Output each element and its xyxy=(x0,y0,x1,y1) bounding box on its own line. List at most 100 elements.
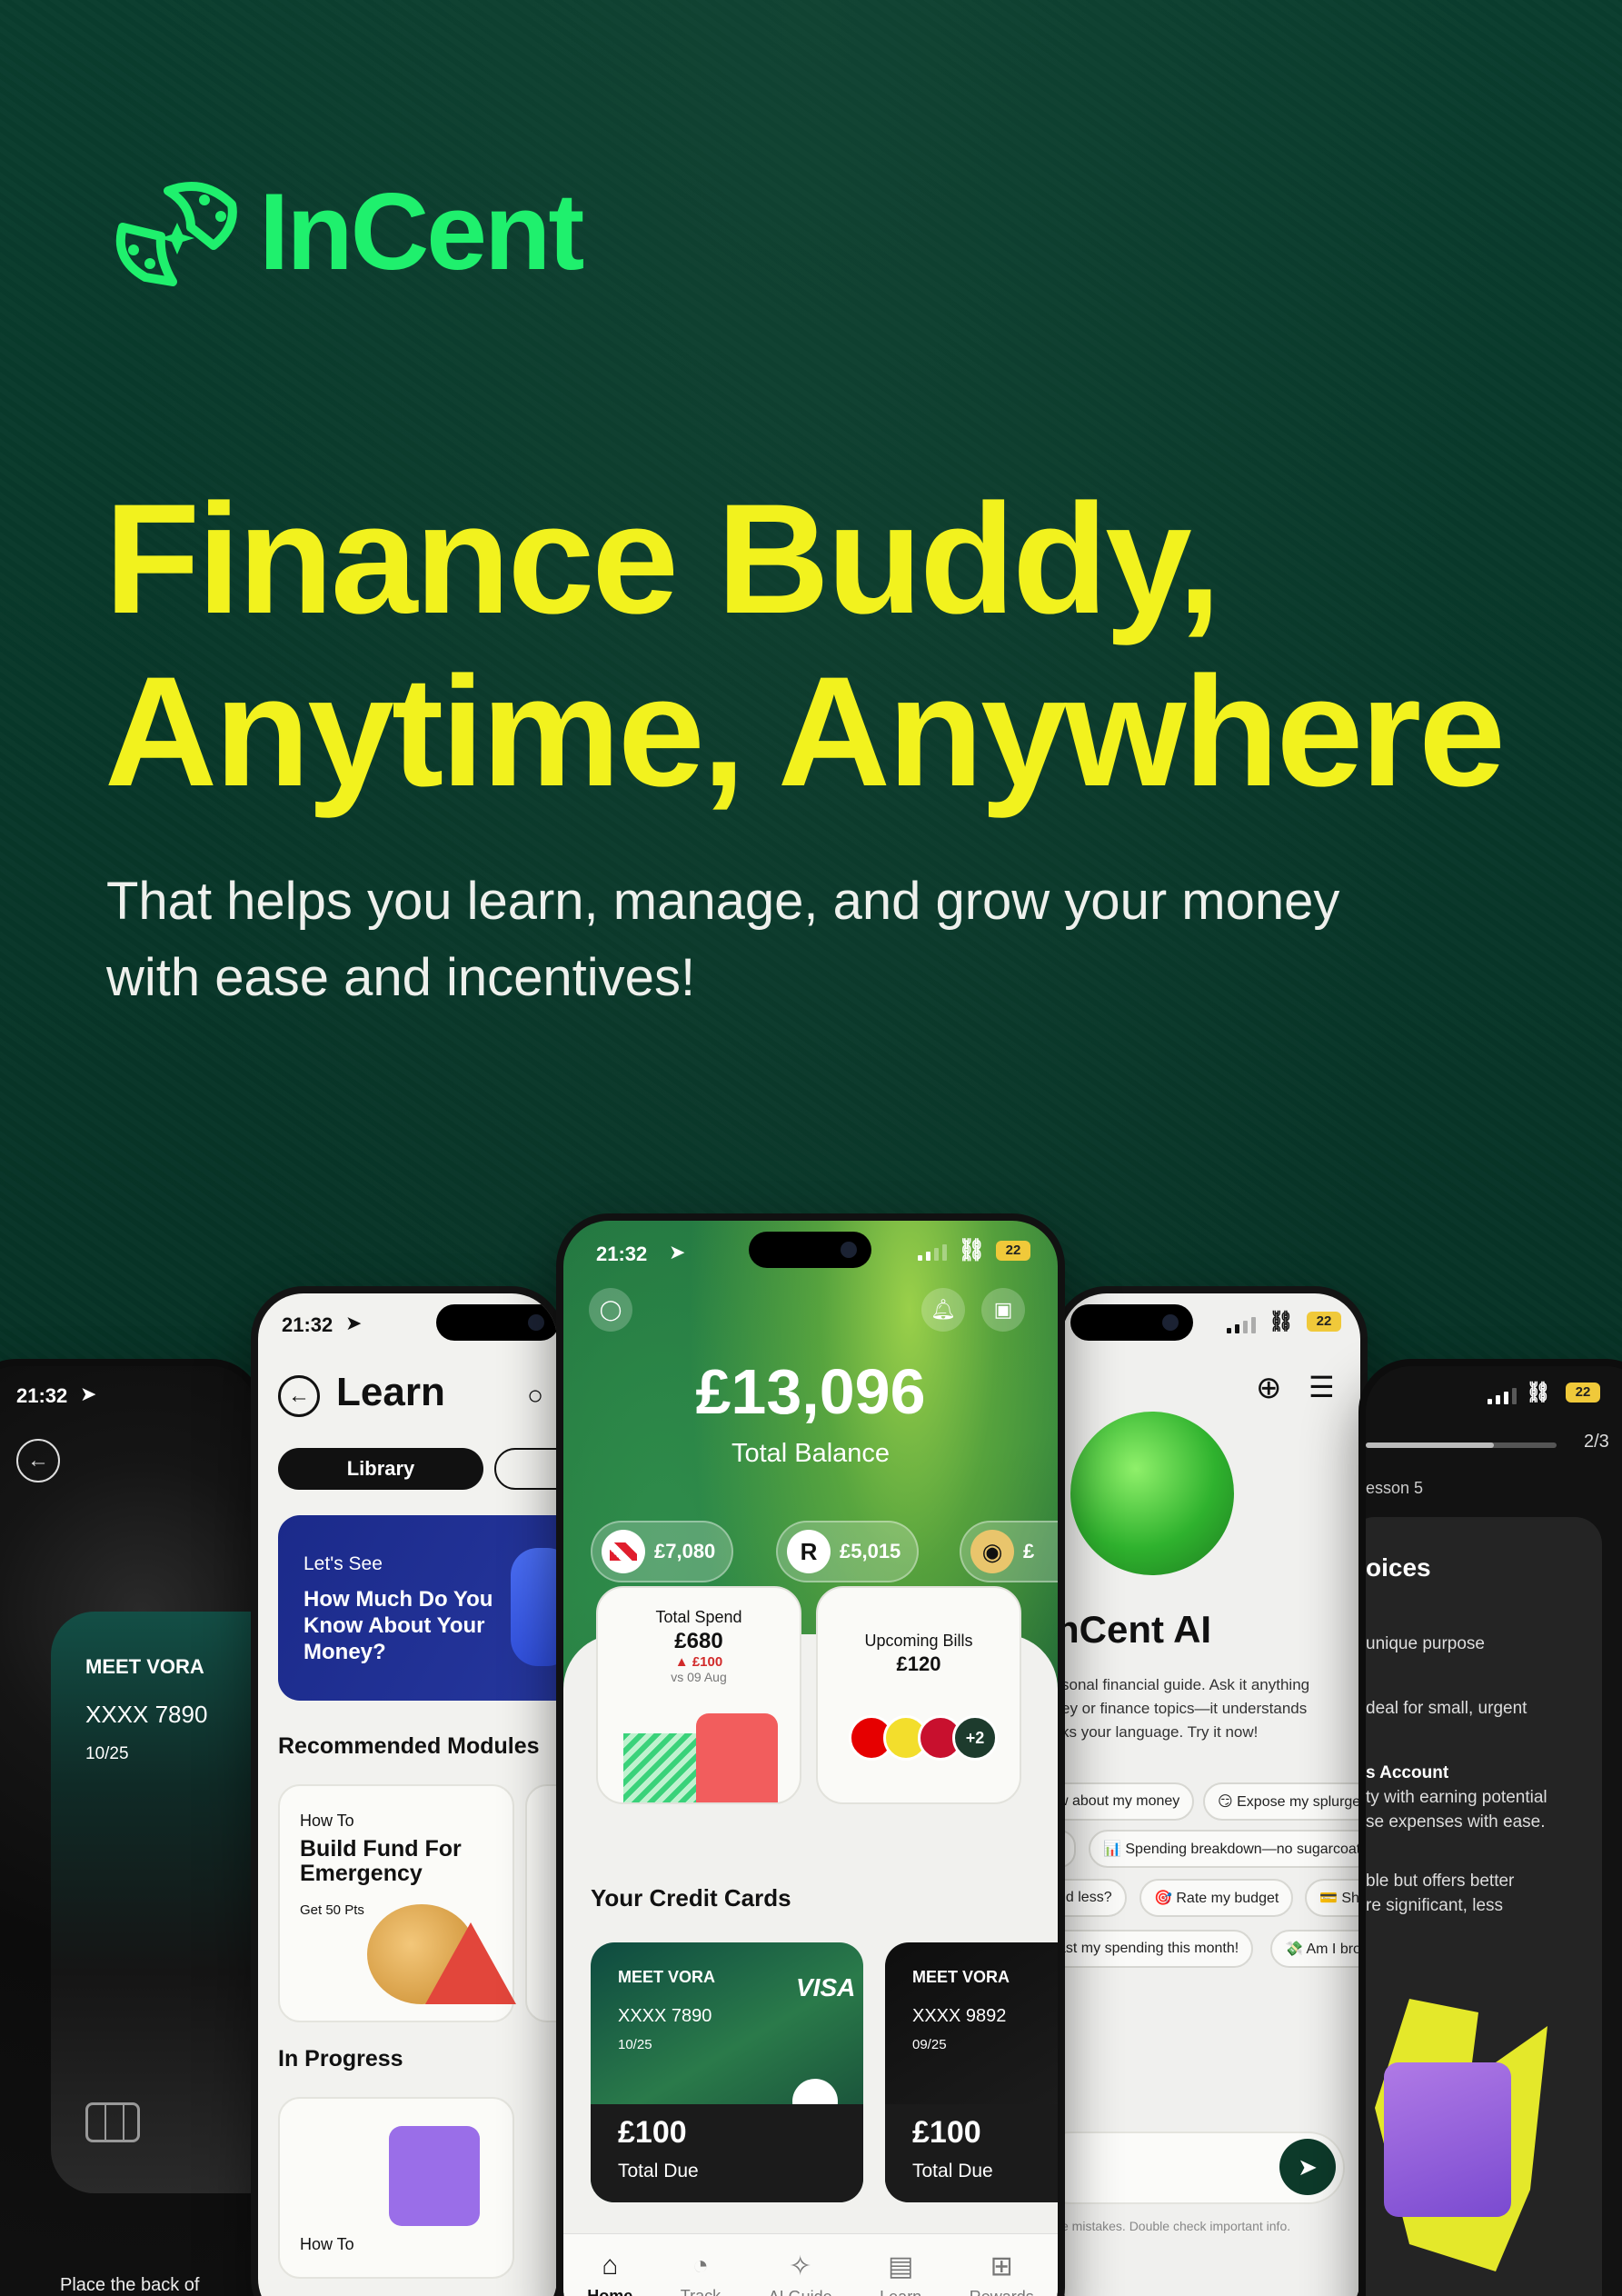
credit-card-2[interactable]: MEET VORA XXXX 9892 09/25 £100 Total Due xyxy=(885,1942,1058,2202)
lesson-line: ty with earning potential xyxy=(1366,1788,1547,1807)
prompt-chip[interactable]: 😏 Expose my splurge xyxy=(1203,1782,1360,1821)
phone-screen: 21:32 ➤ ← MEET VORA XXXX 7890 10/25 Plac… xyxy=(0,1366,256,2296)
prompt-chip[interactable]: ast my spending this month! xyxy=(1061,1930,1254,1968)
prompt-chip[interactable]: 💸 Am I brok xyxy=(1270,1930,1360,1968)
hero-subhead: That helps you learn, manage, and grow y… xyxy=(106,863,1469,1016)
lesson-line: deal for small, urgent xyxy=(1366,1699,1527,1718)
card-due-section: £100 Total Due xyxy=(885,2104,1058,2202)
progress-card[interactable]: How To xyxy=(278,2097,514,2279)
send-button[interactable]: ➤ xyxy=(1279,2139,1336,2195)
nav-track[interactable]: ◔ Track xyxy=(681,2251,721,2296)
phone-lesson: ⛓ 22 2/3 esson 5 oices unique purpose de… xyxy=(1358,1359,1622,2296)
dynamic-island xyxy=(1070,1304,1193,1341)
new-chat-icon[interactable]: ⊕ xyxy=(1256,1370,1282,1406)
spend-change: ▲ £100 xyxy=(674,1654,723,1670)
card-expiry: 10/25 xyxy=(618,2037,652,2052)
quiz-banner[interactable]: Let's See How Much Do You Know About You… xyxy=(278,1515,557,1701)
phone-ai-guide: ⛓ 22 ⊕ ☰ nCent AI sonal financial guide.… xyxy=(1054,1286,1368,2296)
tab-secondary[interactable] xyxy=(494,1448,557,1490)
nav-label: Home xyxy=(587,2287,633,2296)
page-title: Learn xyxy=(336,1370,445,1414)
account-chip-third[interactable]: ◉ £ xyxy=(960,1521,1058,1582)
card-name: MEET VORA xyxy=(85,1655,204,1678)
module-title: Build Fund For Emergency xyxy=(300,1836,462,1886)
battery-indicator: 22 xyxy=(1307,1312,1341,1332)
book-icon: ▤ xyxy=(888,2251,914,2281)
module-card[interactable]: How To Build Fund For Emergency Get 50 P… xyxy=(278,1784,516,2022)
bottom-nav: ⌂ Home ◔ Track ✧ AI Guide ▤ Learn ⊞ Rewards xyxy=(563,2233,1058,2296)
location-arrow-icon: ➤ xyxy=(80,1383,97,1405)
scan-instruction: Place the back of xyxy=(60,2275,200,2295)
lesson-line: ble but offers better xyxy=(1366,1872,1515,1891)
lesson-line: re significant, less xyxy=(1366,1896,1504,1915)
lesson-line: unique purpose xyxy=(1366,1634,1485,1653)
spend-bar-previous xyxy=(623,1733,696,1802)
arrow-left-icon: ← xyxy=(288,1383,310,1408)
nav-rewards[interactable]: ⊞ Rewards xyxy=(970,2251,1034,2296)
prompt-chip[interactable]: 🎯 Rate my budget xyxy=(1139,1879,1294,1917)
credit-card-1[interactable]: MEET VORA VISA XXXX 7890 10/25 £100 Tota… xyxy=(591,1942,863,2202)
battery-indicator: 22 xyxy=(1566,1383,1600,1403)
ai-intro: sonal financial guide. Ask it anything e… xyxy=(1061,1673,1309,1744)
menu-list-icon[interactable]: ☰ xyxy=(1309,1370,1335,1404)
chip-icon xyxy=(85,2102,140,2142)
total-spend-tile[interactable]: Total Spend £680 ▲ £100 vs 09 Aug xyxy=(596,1586,801,1804)
account-balance: £7,080 xyxy=(654,1540,716,1562)
upcoming-bills-label: Upcoming Bills xyxy=(864,1632,973,1650)
nav-ai-guide[interactable]: ✧ AI Guide xyxy=(769,2251,832,2296)
search-icon[interactable]: ○ xyxy=(527,1381,543,1412)
account-chip-hsbc[interactable]: £7,080 xyxy=(591,1521,734,1582)
link-icon: ⛓ xyxy=(1269,1310,1294,1333)
credit-cards-title: Your Credit Cards xyxy=(591,1884,791,1912)
arrow-left-icon: ← xyxy=(27,1448,49,1472)
tab-library[interactable]: Library xyxy=(278,1448,483,1490)
total-spend-label: Total Spend xyxy=(655,1608,742,1626)
module-points: Get 50 Pts xyxy=(300,1902,364,1918)
phone-learn: 21:32 ➤ ← Learn ○ Library Let's See How … xyxy=(251,1286,564,2296)
hsbc-logo-icon xyxy=(602,1530,645,1573)
send-icon: ➤ xyxy=(1298,2152,1318,2181)
upcoming-bills-tile[interactable]: Upcoming Bills £120 +2 xyxy=(816,1586,1021,1804)
nav-home[interactable]: ⌂ Home xyxy=(587,2251,632,2296)
headline-line-1: Finance Buddy, xyxy=(104,472,1221,646)
back-button[interactable]: ← xyxy=(16,1439,60,1482)
prompt-chip[interactable]: 📊 Spending breakdown—no sugarcoat xyxy=(1089,1830,1360,1868)
nav-label: Learn xyxy=(880,2288,921,2296)
dynamic-island xyxy=(749,1232,871,1268)
prompt-chip[interactable]: w about my money xyxy=(1061,1782,1195,1821)
warning-icon xyxy=(425,1922,516,2004)
lesson-panel: oices unique purpose deal for small, urg… xyxy=(1366,1517,1602,2296)
phone-screen: ⛓ 22 2/3 esson 5 oices unique purpose de… xyxy=(1366,1366,1622,2296)
location-arrow-icon: ➤ xyxy=(669,1241,686,1263)
status-time: 21:32 xyxy=(596,1243,648,1265)
back-button[interactable]: ← xyxy=(278,1375,320,1417)
section-recommended: Recommended Modules xyxy=(278,1733,540,1759)
phone-screen: ⛓ 22 ⊕ ☰ nCent AI sonal financial guide.… xyxy=(1061,1293,1360,2296)
nav-label: Track xyxy=(680,2287,721,2296)
subhead-line-1: That helps you learn, manage, and grow y… xyxy=(106,872,1340,931)
brand-name: InCent xyxy=(259,171,584,293)
signal-icon xyxy=(1488,1388,1517,1404)
nav-label: AI Guide xyxy=(769,2288,832,2296)
card-number: XXXX 7890 xyxy=(85,1701,208,1728)
signal-icon xyxy=(918,1244,947,1261)
lesson-progress-text: 2/3 xyxy=(1584,1432,1609,1452)
prompt-chip[interactable]: nd less? xyxy=(1061,1879,1127,1917)
profile-button[interactable]: ◯ xyxy=(589,1288,632,1332)
bell-icon: 🔔︎ xyxy=(930,1298,956,1321)
notifications-button[interactable]: 🔔︎ xyxy=(921,1288,965,1332)
lesson-line: se expenses with ease. xyxy=(1366,1812,1546,1832)
status-time: 21:32 xyxy=(282,1313,333,1336)
nav-learn[interactable]: ▤ Learn xyxy=(880,2251,921,2296)
prompt-chip[interactable]: 💳 Sho xyxy=(1305,1879,1360,1917)
wallet-button[interactable]: ▣ xyxy=(981,1288,1025,1332)
module-card-next[interactable] xyxy=(525,1784,557,2022)
spend-compare: vs 09 Aug xyxy=(671,1670,727,1684)
ai-intro-line: sonal financial guide. Ask it anything xyxy=(1061,1676,1310,1693)
phone-screen: 21:32 ➤ ⛓ 22 ◯ 🔔︎ ▣ £13,096 Total Balanc… xyxy=(563,1221,1058,2296)
pie-chart-icon: ◔ xyxy=(692,2251,709,2281)
ai-orb-icon xyxy=(1070,1412,1234,1575)
banner-kicker: Let's See xyxy=(304,1553,383,1574)
headline-line-2: Anytime, Anywhere xyxy=(104,644,1506,819)
account-chip-revolut[interactable]: R £5,015 xyxy=(776,1521,920,1582)
